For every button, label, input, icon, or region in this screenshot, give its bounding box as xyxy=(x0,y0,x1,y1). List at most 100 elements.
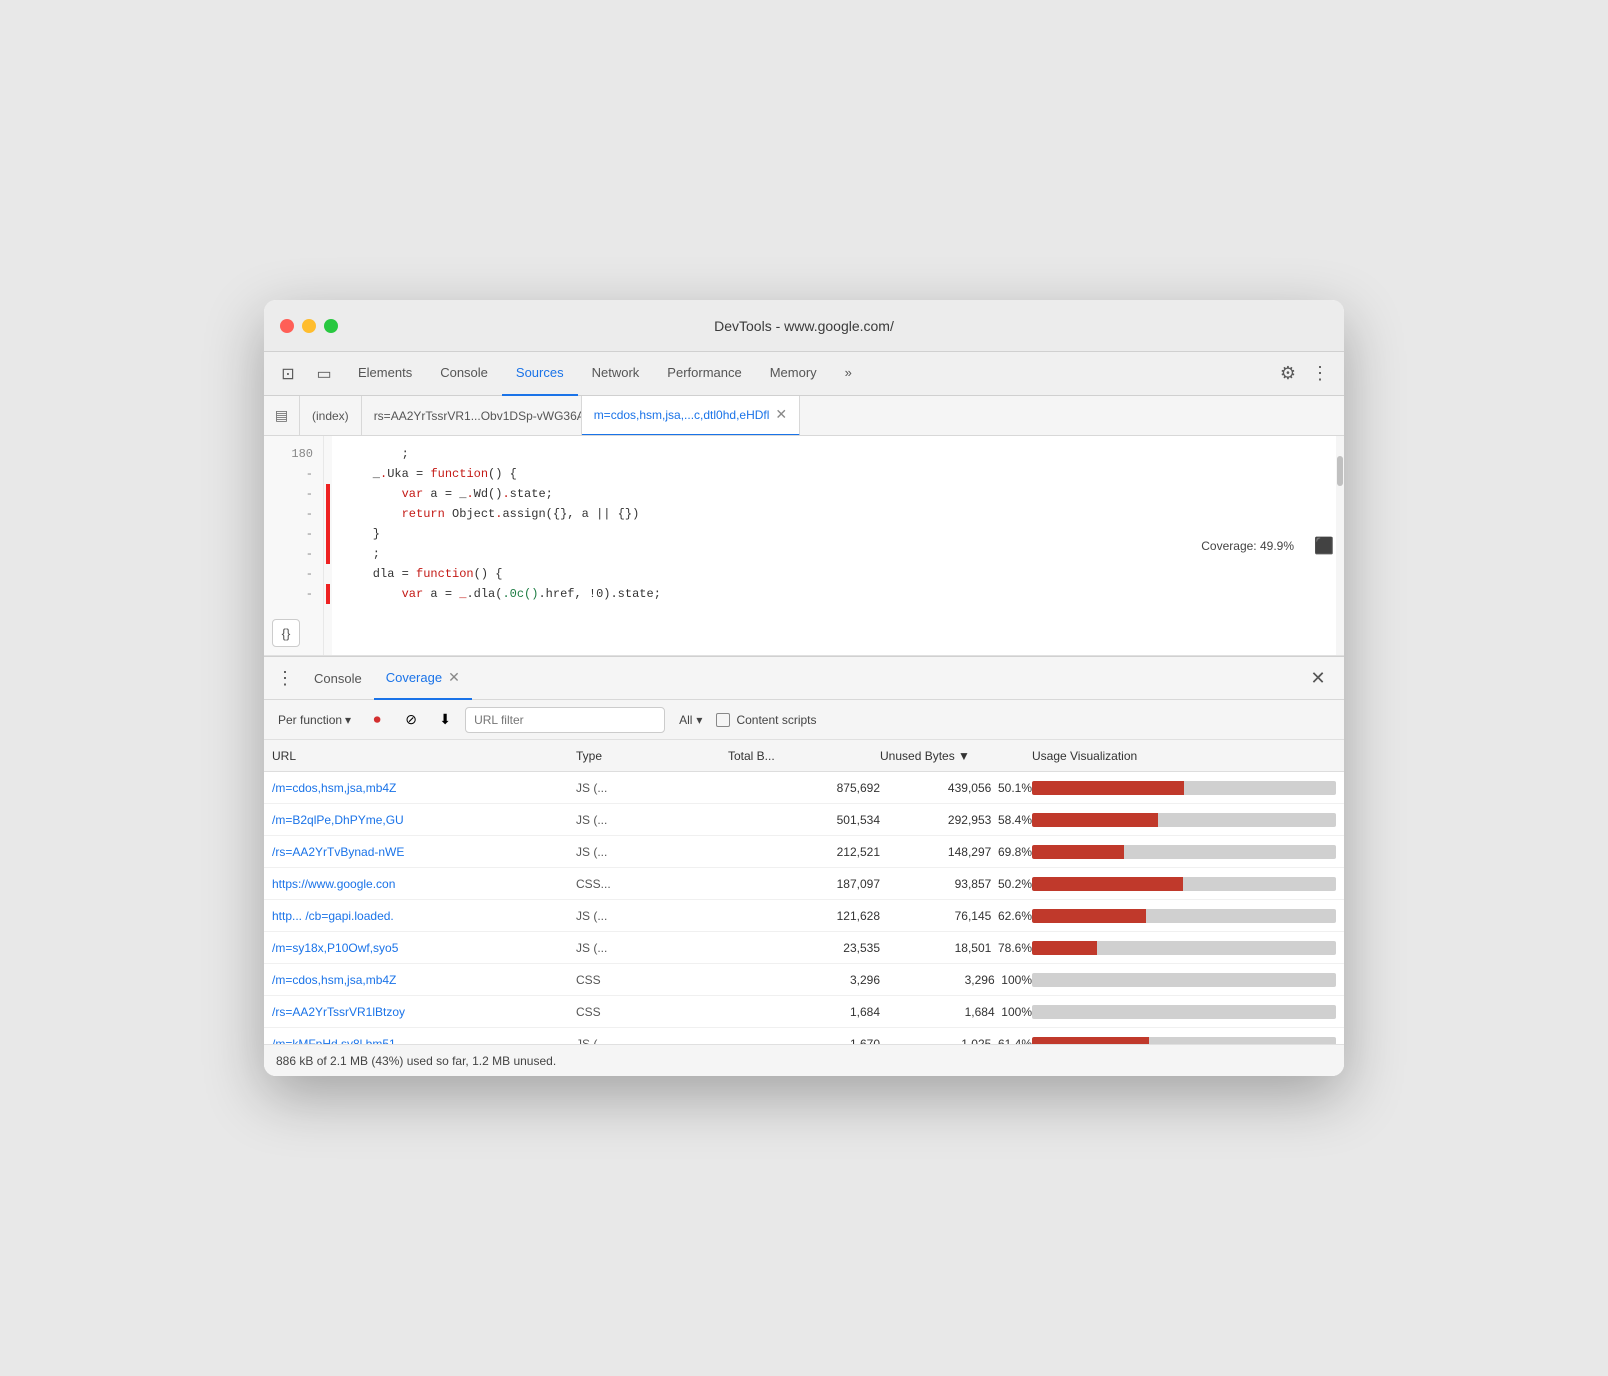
total-cell: 1,670 xyxy=(728,1037,880,1045)
table-row[interactable]: /m=sy18x,P10Owf,syo5 JS (... 23,535 18,5… xyxy=(264,932,1344,964)
table-row[interactable]: /rs=AA2YrTssrVR1lBtzoy CSS 1,684 1,684 1… xyxy=(264,996,1344,1028)
panel-tab-coverage[interactable]: Coverage ✕ xyxy=(374,656,472,700)
panel-tab-coverage-close-icon[interactable]: ✕ xyxy=(448,669,460,686)
url-cell: /m=sy18x,P10Owf,syo5 xyxy=(272,941,576,955)
line-num-180: 180 xyxy=(264,444,323,464)
table-row[interactable]: /rs=AA2YrTvBynad-nWE JS (... 212,521 148… xyxy=(264,836,1344,868)
panel-tab-coverage-label: Coverage xyxy=(386,670,442,685)
total-cell: 121,628 xyxy=(728,909,880,923)
viz-bar-used xyxy=(1032,1037,1149,1045)
pretty-print-button[interactable]: {} xyxy=(272,619,300,647)
tab-console[interactable]: Console xyxy=(426,352,502,396)
status-text: 886 kB of 2.1 MB (43%) used so far, 1.2 … xyxy=(276,1054,556,1068)
code-editor: 180 - - - - - - - ; _.Uka = function() {… xyxy=(264,436,1344,656)
content-scripts-checkbox[interactable] xyxy=(716,713,730,727)
type-cell: CSS xyxy=(576,973,728,987)
file-tab-index[interactable]: (index) xyxy=(300,396,362,436)
tab-memory[interactable]: Memory xyxy=(756,352,831,396)
tab-sources[interactable]: Sources xyxy=(502,352,578,396)
viz-bar xyxy=(1032,941,1336,955)
cov-line-3 xyxy=(324,484,332,504)
sidebar-toggle-icon[interactable]: ▤ xyxy=(264,396,300,436)
clear-button[interactable]: ⊘ xyxy=(397,706,425,734)
table-row[interactable]: /m=cdos,hsm,jsa,mb4Z CSS 3,296 3,296 100… xyxy=(264,964,1344,996)
panel-header-right: ✕ xyxy=(1304,664,1332,692)
file-tab-bar: ▤ (index) rs=AA2YrTssrVR1...Obv1DSp-vWG3… xyxy=(264,396,1344,436)
unused-cell: 1,025 61.4% xyxy=(880,1037,1032,1045)
inspect-icon[interactable]: ⊡ xyxy=(272,358,304,390)
tab-elements[interactable]: Elements xyxy=(344,352,426,396)
panel-menu-icon[interactable]: ⋮ xyxy=(276,668,294,689)
device-icon[interactable]: ▭ xyxy=(308,358,340,390)
tab-network[interactable]: Network xyxy=(578,352,654,396)
table-row[interactable]: /m=B2qlPe,DhPYme,GU JS (... 501,534 292,… xyxy=(264,804,1344,836)
viz-bar xyxy=(1032,1005,1336,1019)
tab-performance[interactable]: Performance xyxy=(653,352,755,396)
code-scrollbar[interactable] xyxy=(1336,436,1344,655)
maximize-button[interactable] xyxy=(324,319,338,333)
file-tab-close-icon[interactable]: ✕ xyxy=(775,406,787,423)
url-cell: https://www.google.con xyxy=(272,877,576,891)
col-type-header[interactable]: Type xyxy=(576,749,728,763)
code-text: ; _.Uka = function() { var a = _.Wd().st… xyxy=(332,436,1344,655)
close-button[interactable] xyxy=(280,319,294,333)
total-cell: 212,521 xyxy=(728,845,880,859)
viz-bar-used xyxy=(1032,781,1184,795)
unused-cell: 1,684 100% xyxy=(880,1005,1032,1019)
url-cell: /rs=AA2YrTssrVR1lBtzoy xyxy=(272,1005,576,1019)
all-filter-label: All xyxy=(679,713,692,727)
col-viz-header: Usage Visualization xyxy=(1032,749,1336,763)
col-total-header[interactable]: Total B... xyxy=(728,749,880,763)
all-filter-dropdown[interactable]: All ▾ xyxy=(671,709,710,731)
file-tab-rs[interactable]: rs=AA2YrTssrVR1...Obv1DSp-vWG36A xyxy=(362,396,582,436)
cov-line-4 xyxy=(324,504,332,524)
viz-cell xyxy=(1032,845,1336,859)
per-function-arrow-icon: ▾ xyxy=(345,713,351,727)
status-bar: 886 kB of 2.1 MB (43%) used so far, 1.2 … xyxy=(264,1044,1344,1076)
url-cell: /m=B2qlPe,DhPYme,GU xyxy=(272,813,576,827)
viz-cell xyxy=(1032,973,1336,987)
type-cell: JS (... xyxy=(576,845,728,859)
title-bar: DevTools - www.google.com/ xyxy=(264,300,1344,352)
cov-line-7 xyxy=(324,564,332,584)
unused-cell: 18,501 78.6% xyxy=(880,941,1032,955)
url-filter-input[interactable] xyxy=(465,707,665,733)
viz-cell xyxy=(1032,909,1336,923)
coverage-table: /m=cdos,hsm,jsa,mb4Z JS (... 875,692 439… xyxy=(264,772,1344,1044)
url-cell: /m=kMFpHd,sy8l,bm51 xyxy=(272,1037,576,1045)
table-row[interactable]: /m=kMFpHd,sy8l,bm51 JS (... 1,670 1,025 … xyxy=(264,1028,1344,1044)
line-num-dash-2: - xyxy=(264,484,323,504)
minimize-button[interactable] xyxy=(302,319,316,333)
line-num-dash-5: - xyxy=(264,544,323,564)
content-scripts-label[interactable]: Content scripts xyxy=(716,713,816,727)
file-tab-m-cdos[interactable]: m=cdos,hsm,jsa,...c,dtl0hd,eHDfl ✕ xyxy=(582,396,800,436)
bottom-panel: ⋮ Console Coverage ✕ ✕ Per function ▾ ⏺ … xyxy=(264,656,1344,1076)
tab-more[interactable]: » xyxy=(831,352,866,396)
viz-bar-used xyxy=(1032,813,1158,827)
col-url-header[interactable]: URL xyxy=(272,749,576,763)
table-row[interactable]: /m=cdos,hsm,jsa,mb4Z JS (... 875,692 439… xyxy=(264,772,1344,804)
type-cell: JS (... xyxy=(576,1037,728,1045)
total-cell: 501,534 xyxy=(728,813,880,827)
col-unused-header[interactable]: Unused Bytes ▼ xyxy=(880,749,1032,763)
table-row[interactable]: https://www.google.con CSS... 187,097 93… xyxy=(264,868,1344,900)
window-title: DevTools - www.google.com/ xyxy=(714,318,894,334)
unused-cell: 3,296 100% xyxy=(880,973,1032,987)
panel-close-icon[interactable]: ✕ xyxy=(1304,664,1332,692)
stop-recording-button[interactable]: ⏺ xyxy=(363,706,391,734)
export-button[interactable]: ⬇ xyxy=(431,706,459,734)
viz-bar-used xyxy=(1032,845,1124,859)
code-scrollbar-thumb xyxy=(1337,456,1343,486)
viz-bar xyxy=(1032,845,1336,859)
viz-bar xyxy=(1032,1037,1336,1045)
panel-tab-console[interactable]: Console xyxy=(302,656,374,700)
unused-cell: 439,056 50.1% xyxy=(880,781,1032,795)
cov-line-6 xyxy=(324,544,332,564)
screenshot-icon[interactable]: ⬛ xyxy=(1314,536,1334,556)
settings-icon[interactable]: ⚙ xyxy=(1272,358,1304,390)
more-options-icon[interactable]: ⋮ xyxy=(1304,358,1336,390)
url-cell: http... /cb=gapi.loaded. xyxy=(272,909,576,923)
devtools-window: DevTools - www.google.com/ ⊡ ▭ Elements … xyxy=(264,300,1344,1076)
table-row[interactable]: http... /cb=gapi.loaded. JS (... 121,628… xyxy=(264,900,1344,932)
per-function-dropdown[interactable]: Per function ▾ xyxy=(272,709,357,731)
